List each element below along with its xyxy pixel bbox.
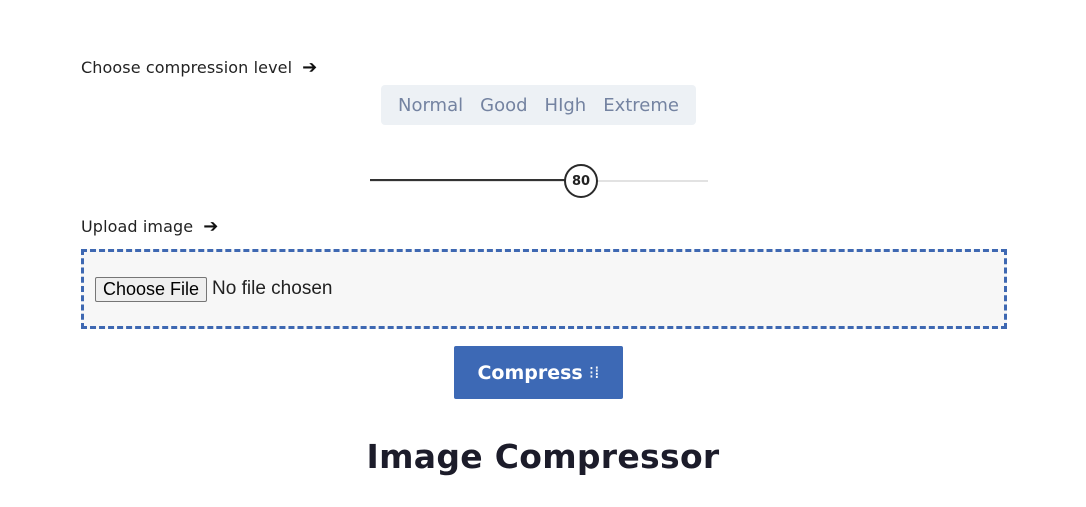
- compress-button-label: Compress: [477, 361, 583, 384]
- compress-icon: ⁝⁞: [588, 362, 600, 383]
- compression-level-label-row: Choose compression level ➔: [81, 58, 317, 77]
- compress-button[interactable]: Compress ⁝⁞: [454, 346, 623, 399]
- level-good[interactable]: Good: [480, 95, 527, 116]
- arrow-right-icon: ➔: [203, 215, 219, 237]
- level-normal[interactable]: Normal: [398, 95, 463, 116]
- file-status-text: No file chosen: [212, 278, 333, 299]
- level-high[interactable]: HIgh: [545, 95, 587, 116]
- choose-file-button[interactable]: Choose File: [95, 276, 208, 302]
- file-dropzone[interactable]: Choose File No file chosen: [81, 249, 1007, 329]
- quality-slider[interactable]: 80: [370, 162, 708, 200]
- arrow-right-icon: ➔: [302, 56, 318, 78]
- slider-thumb[interactable]: 80: [564, 164, 598, 198]
- level-extreme[interactable]: Extreme: [603, 95, 679, 116]
- upload-label-row: Upload image ➔: [81, 217, 218, 236]
- compression-level-label: Choose compression level: [81, 58, 293, 77]
- upload-image-label: Upload image: [81, 217, 194, 236]
- compression-level-selector: Normal Good HIgh Extreme: [381, 85, 696, 125]
- slider-track-fill: [370, 179, 567, 181]
- page-title: Image Compressor: [366, 437, 720, 476]
- image-compressor-page: Choose compression level ➔ Normal Good H…: [0, 0, 1086, 507]
